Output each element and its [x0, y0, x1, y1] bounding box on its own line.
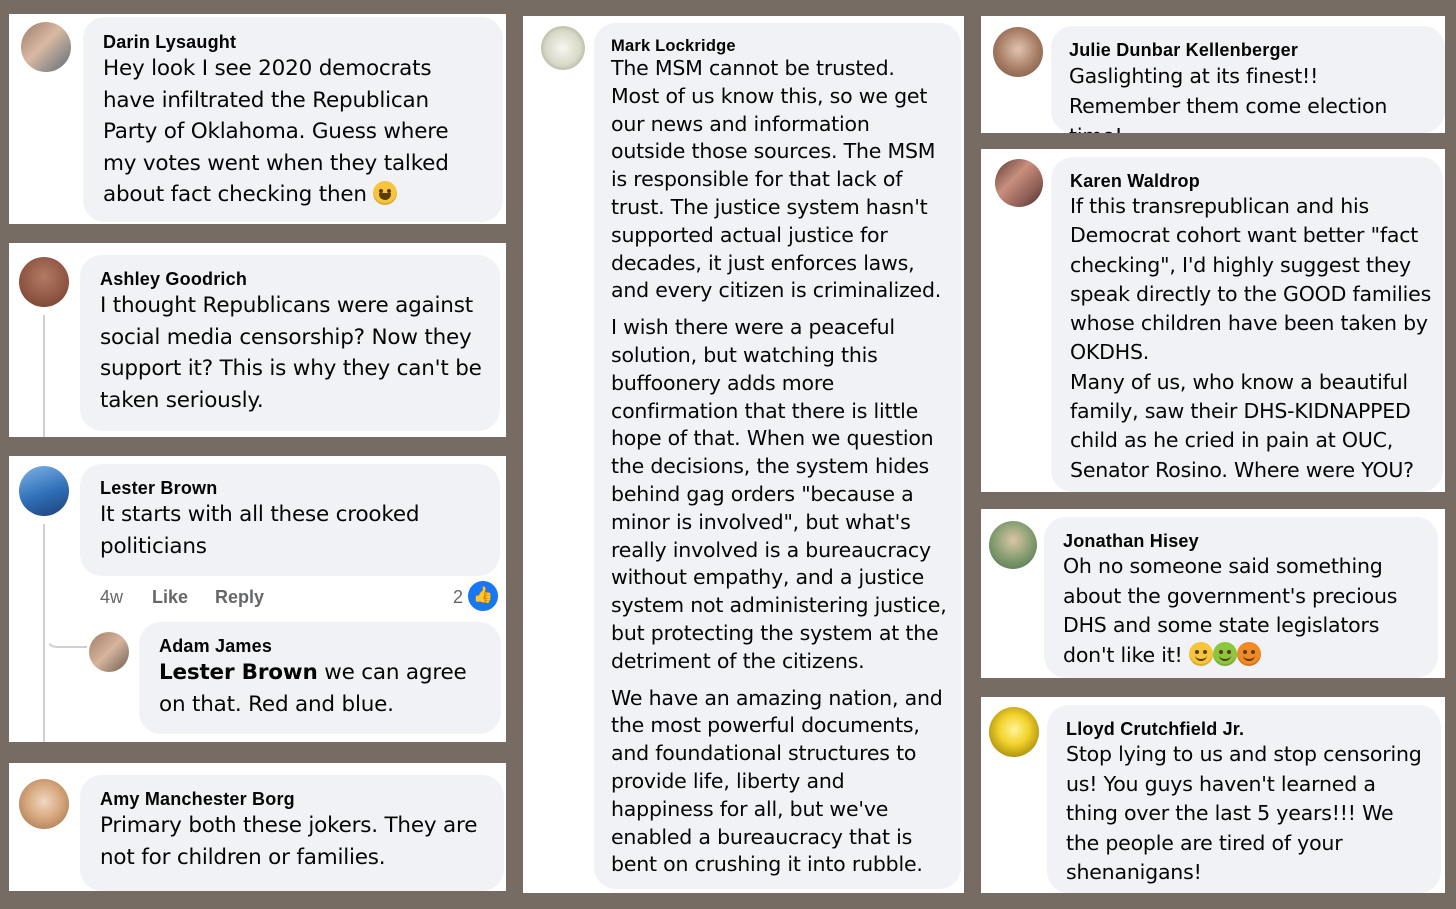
comment-bubble: Ashley Goodrich I thought Republicans we…: [80, 255, 500, 431]
comment-author[interactable]: Julie Dunbar Kellenberger: [1069, 39, 1427, 61]
comment-body: I thought Republicans were against socia…: [100, 293, 482, 413]
comment-body: It starts with all these crooked politic…: [100, 502, 420, 559]
comment-body: Gaslighting at its finest!! Remember the…: [1069, 64, 1388, 133]
avatar[interactable]: [993, 27, 1043, 77]
comment-body: Stop lying to us and stop censoring us! …: [1066, 742, 1422, 884]
comment-paragraph: We have an amazing nation, and the most …: [611, 685, 943, 877]
comment-paragraph: The MSM cannot be trusted. Most of us kn…: [611, 56, 942, 303]
comment-card-ashley: Ashley Goodrich I thought Republicans we…: [9, 243, 506, 437]
comment-bubble: Karen Waldrop If this transrepublican an…: [1051, 157, 1443, 492]
like-thumb-icon[interactable]: 👍: [466, 579, 500, 613]
comment-text: Hey look I see 2020 democrats have infil…: [103, 53, 485, 211]
comment-bubble: Julie Dunbar Kellenberger Gaslighting at…: [1051, 26, 1445, 133]
avatar[interactable]: [989, 521, 1037, 569]
comment-text: If this transrepublican and his Democrat…: [1070, 192, 1433, 485]
comment-card-lloyd: Lloyd Crutchfield Jr. Stop lying to us a…: [981, 697, 1445, 893]
mention-link[interactable]: Lester Brown: [159, 660, 318, 685]
like-link[interactable]: Like: [152, 587, 188, 608]
comment-author[interactable]: Darin Lysaught: [103, 31, 485, 53]
comment-author[interactable]: Lloyd Crutchfield Jr.: [1066, 718, 1431, 740]
comment-paragraph: Many of us, who know a beautiful family,…: [1070, 369, 1414, 482]
comment-card-darin: Darin Lysaught Hey look I see 2020 democ…: [9, 14, 506, 224]
comment-card-karen: Karen Waldrop If this transrepublican an…: [981, 149, 1445, 492]
comment-bubble: Mark Lockridge The MSM cannot be trusted…: [594, 23, 961, 889]
comment-card-amy: Amy Manchester Borg Primary both these j…: [9, 763, 506, 891]
reply-text: Lester Brown we can agree on that. Red a…: [159, 657, 483, 720]
reply-author[interactable]: Adam James: [159, 635, 483, 657]
nauseated-emoji-icon: [1212, 641, 1237, 666]
comment-bubble: Lloyd Crutchfield Jr. Stop lying to us a…: [1047, 705, 1441, 893]
comment-card-julie: Julie Dunbar Kellenberger Gaslighting at…: [981, 16, 1445, 133]
reaction-count[interactable]: 2: [453, 587, 463, 608]
reply-link[interactable]: Reply: [215, 587, 264, 608]
avatar[interactable]: [19, 779, 69, 829]
comment-author[interactable]: Mark Lockridge: [611, 37, 949, 55]
comment-body: Hey look I see 2020 democrats have infil…: [103, 56, 449, 207]
comment-card-lester: Lester Brown It starts with all these cr…: [9, 456, 506, 742]
comment-card-mark: Mark Lockridge The MSM cannot be trusted…: [523, 16, 964, 893]
reply-connector: [45, 616, 87, 648]
comment-paragraph: I wish there were a peaceful solution, b…: [611, 315, 947, 673]
comment-text: Oh no someone said something about the g…: [1063, 552, 1426, 670]
comment-text: The MSM cannot be trusted. Most of us kn…: [611, 55, 949, 879]
comment-author[interactable]: Lester Brown: [100, 477, 482, 499]
rolling-eyes-emoji-icon: [1188, 641, 1213, 666]
thread-line: [43, 315, 45, 437]
comment-body: Primary both these jokers. They are not …: [100, 813, 478, 870]
avatar[interactable]: [19, 257, 69, 307]
avatar[interactable]: [19, 466, 69, 516]
reply-bubble: Adam James Lester Brown we can agree on …: [139, 622, 501, 734]
comment-bubble: Amy Manchester Borg Primary both these j…: [80, 775, 504, 891]
angry-emoji-icon: [1236, 641, 1261, 666]
comment-author[interactable]: Ashley Goodrich: [100, 268, 482, 290]
comment-timestamp[interactable]: 4w: [100, 587, 123, 608]
comment-card-jonathan: Jonathan Hisey Oh no someone said someth…: [981, 509, 1445, 678]
comment-bubble: Jonathan Hisey Oh no someone said someth…: [1044, 517, 1438, 678]
avatar[interactable]: [989, 707, 1039, 757]
avatar[interactable]: [995, 159, 1043, 207]
avatar[interactable]: [89, 632, 129, 672]
comment-author[interactable]: Amy Manchester Borg: [100, 788, 486, 810]
comment-paragraph: If this transrepublican and his Democrat…: [1070, 194, 1432, 365]
avatar[interactable]: [541, 26, 585, 70]
comment-bubble: Darin Lysaught Hey look I see 2020 democ…: [83, 17, 503, 222]
avatar[interactable]: [21, 22, 71, 72]
comment-bubble: Lester Brown It starts with all these cr…: [80, 464, 500, 576]
comment-author[interactable]: Jonathan Hisey: [1063, 530, 1426, 552]
laughing-emoji-icon: [373, 181, 398, 205]
comment-author[interactable]: Karen Waldrop: [1070, 170, 1433, 192]
